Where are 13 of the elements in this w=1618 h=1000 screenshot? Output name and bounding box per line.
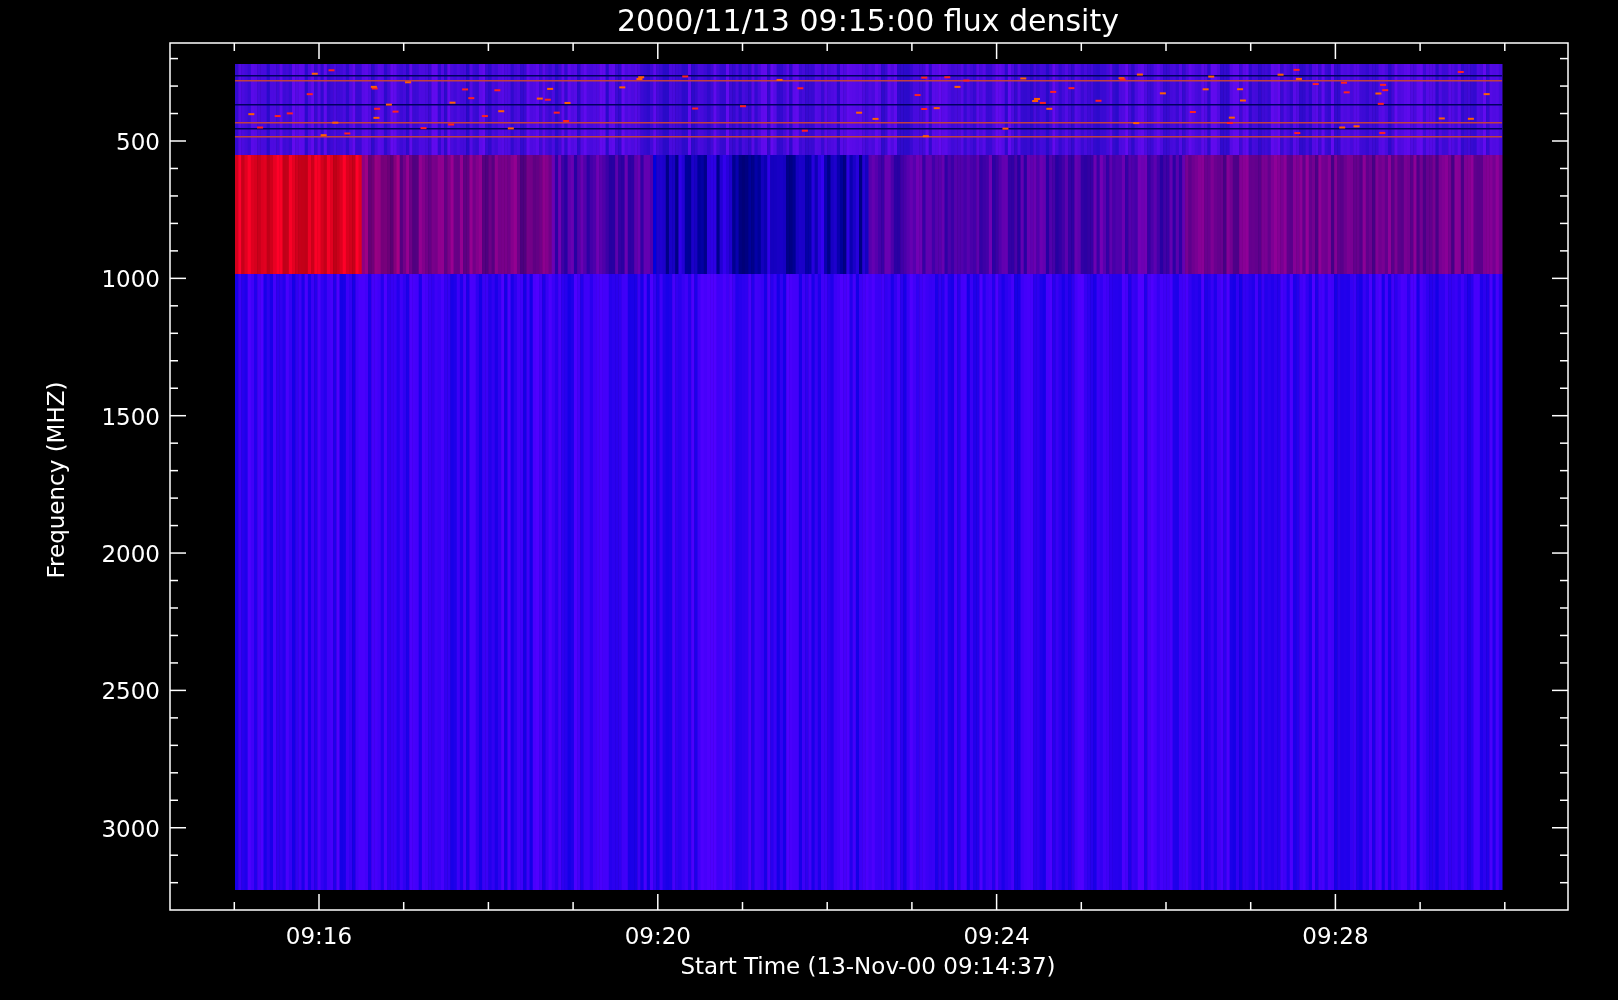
y-tick-label: 1000 <box>101 266 160 293</box>
chart-title: 2000/11/13 09:15:00 flux density <box>617 3 1119 38</box>
y-tick-label: 3000 <box>101 815 160 842</box>
y-tick-label: 1500 <box>101 403 160 430</box>
x-tick-label: 09:24 <box>963 923 1030 949</box>
y-tick-label: 500 <box>116 129 160 155</box>
x-tick-label: 09:20 <box>624 923 691 949</box>
y-tick-label: 2000 <box>101 541 160 568</box>
y-tick-label: 2500 <box>101 678 160 705</box>
x-tick-label: 09:16 <box>285 923 353 949</box>
y-axis-label: Frequency (MHZ) <box>43 381 69 579</box>
x-tick-label: 09:28 <box>1302 923 1369 949</box>
x-axis-label: Start Time (13-Nov-00 09:14:37) <box>680 953 1056 979</box>
